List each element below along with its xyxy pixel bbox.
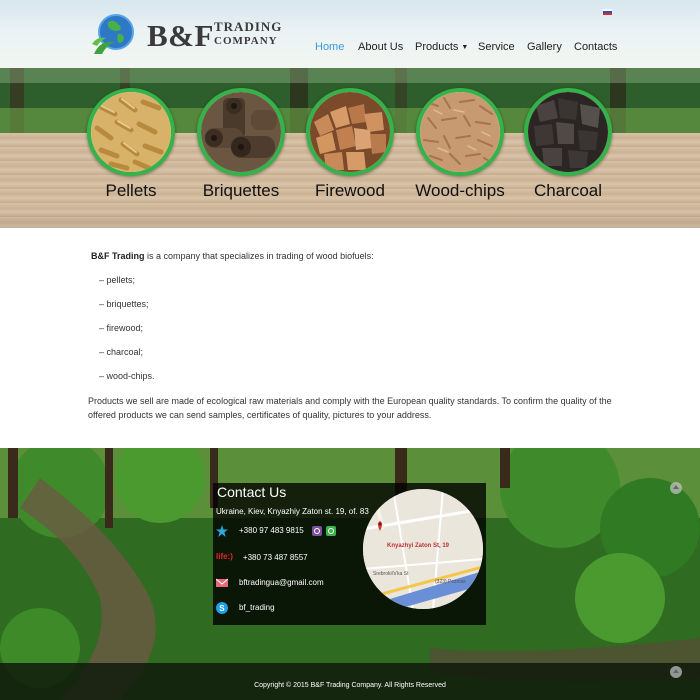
intro-description: is a company that specializes in trading… (144, 251, 374, 261)
phone-number: +380 73 487 8557 (242, 553, 308, 563)
scroll-up-button[interactable] (670, 482, 682, 494)
logo-tagline-company: COMPANY (214, 35, 278, 47)
site-footer: Contact Us Ukraine, Kiev, Knyazhiy Zaton… (0, 448, 700, 700)
map-road-label: (323) Pozniak (435, 579, 466, 585)
charcoal-image (524, 88, 612, 176)
contact-box: Contact Us Ukraine, Kiev, Knyazhiy Zaton… (213, 483, 486, 625)
site-header: B&F TRADING COMPANY Home About Us Produc… (0, 0, 700, 68)
logo[interactable]: B&F TRADING COMPANY (90, 10, 283, 60)
list-item: – pellets; (99, 275, 136, 285)
logo-text: B&F (147, 18, 214, 53)
contact-email[interactable]: bftradingua@gmail.com (216, 577, 324, 589)
product-wood-chips[interactable]: Wood-chips (415, 88, 505, 201)
product-firewood[interactable]: Firewood (306, 88, 394, 201)
skype-handle: bf_trading (239, 603, 275, 613)
list-item: – charcoal; (99, 347, 144, 357)
product-briquettes[interactable]: Briquettes (197, 88, 285, 201)
product-pellets[interactable]: Pellets (87, 88, 175, 201)
russian-flag-icon[interactable] (603, 9, 612, 15)
phone-number: +380 97 483 9815 (239, 526, 304, 536)
whatsapp-icon (326, 526, 337, 536)
nav-about-us[interactable]: About Us (358, 41, 403, 53)
products-banner: Pellets Briquettes Firewood Wood-chips C… (0, 68, 700, 228)
svg-text:S: S (219, 604, 225, 613)
nav-products-label: Products (415, 41, 459, 53)
nav-gallery[interactable]: Gallery (527, 41, 562, 53)
quality-paragraph: Products we sell are made of ecological … (88, 396, 612, 420)
contact-phone-life[interactable]: life:) +380 73 487 8557 (216, 552, 308, 564)
map-pin-label: Knyazhyi Zaton St, 19 (387, 543, 450, 549)
pellets-image (87, 88, 175, 176)
briquettes-image (197, 88, 285, 176)
nav-contacts[interactable]: Contacts (574, 41, 617, 53)
main-content: B&F Trading is a company that specialize… (0, 228, 700, 448)
list-item: – briquettes; (99, 299, 149, 309)
intro-brand: B&F Trading (91, 251, 145, 261)
mail-icon (216, 578, 228, 587)
product-label-pellets: Pellets (105, 181, 157, 200)
scroll-to-top-button[interactable] (670, 666, 682, 678)
product-label-charcoal: Charcoal (533, 181, 603, 200)
nav-products[interactable]: Products ▼ (415, 41, 468, 53)
list-item: – firewood; (99, 323, 144, 333)
globe-logo-icon (92, 14, 134, 54)
product-label-firewood: Firewood (315, 181, 385, 200)
map-street-label: Srebrokil's'ka St (373, 571, 409, 577)
logo-tagline-trading: TRADING (214, 19, 283, 34)
intro-text: B&F Trading is a company that specialize… (91, 251, 374, 261)
contact-address: Ukraine, Kiev, Knyazhiy Zaton st. 19, of… (216, 507, 369, 516)
contact-phone-kyivstar[interactable]: +380 97 483 9815 (216, 525, 337, 537)
nav-home[interactable]: Home (315, 41, 344, 53)
nav-service[interactable]: Service (478, 41, 515, 53)
skype-icon: S (216, 602, 228, 614)
viber-icon (311, 526, 322, 536)
location-map[interactable]: Knyazhyi Zaton St, 19 Srebrokil's'ka St … (363, 489, 483, 609)
life-operator-icon: life:) (216, 552, 233, 561)
email-address: bftradingua@gmail.com (239, 578, 324, 588)
chevron-down-icon: ▼ (461, 44, 469, 51)
kyivstar-star-icon (216, 525, 228, 537)
product-charcoal[interactable]: Charcoal (524, 88, 612, 201)
firewood-image (306, 88, 394, 176)
map-graphic (363, 489, 483, 609)
copyright-text: Copyright © 2015 B&F Trading Company. Al… (254, 682, 446, 689)
contact-title: Contact Us (217, 484, 287, 500)
wood-chips-image (416, 88, 504, 176)
contact-skype[interactable]: Sbf_trading (216, 602, 275, 614)
list-item: – wood-chips. (99, 371, 155, 381)
